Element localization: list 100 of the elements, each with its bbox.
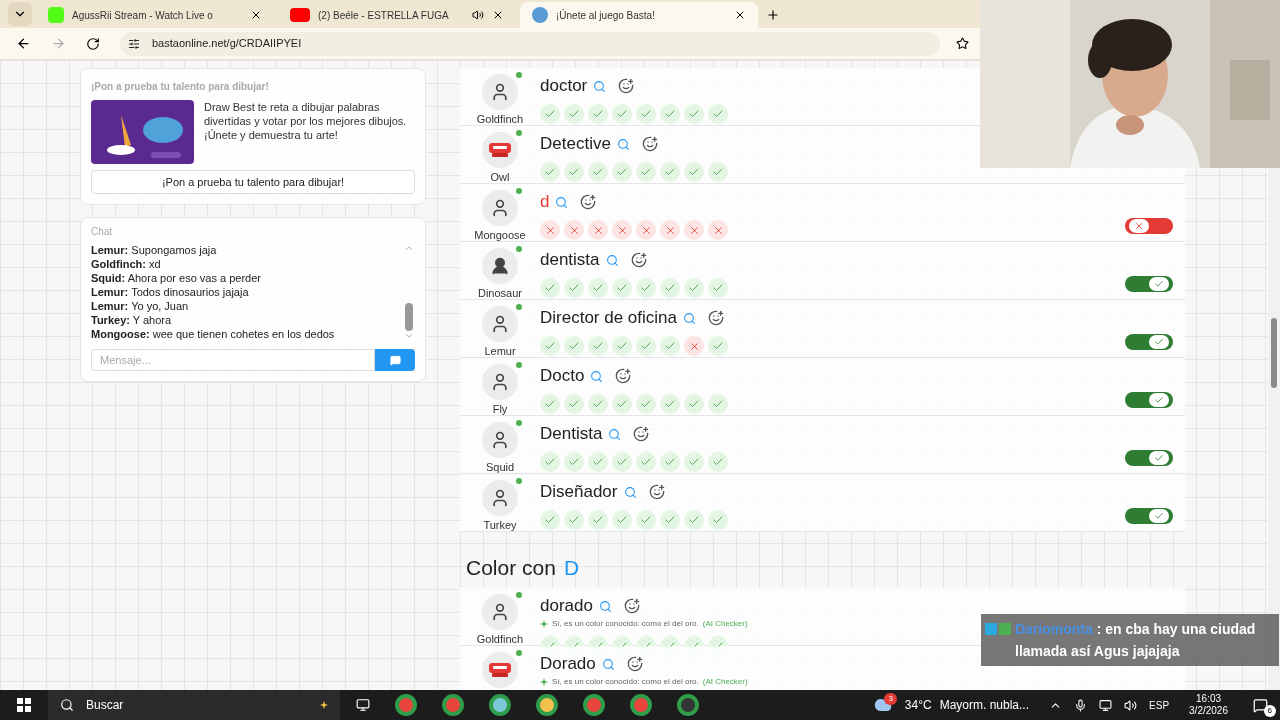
vote-yes[interactable] <box>636 336 656 356</box>
search-icon[interactable] <box>555 195 569 209</box>
validity-toggle[interactable] <box>1125 508 1173 524</box>
search-icon[interactable] <box>598 599 612 613</box>
vote-yes[interactable] <box>660 394 680 414</box>
close-icon[interactable] <box>250 9 262 21</box>
message-input[interactable]: Mensaje... <box>91 349 375 371</box>
vote-yes[interactable] <box>636 510 656 530</box>
vote-yes[interactable] <box>684 278 704 298</box>
close-icon[interactable] <box>734 9 746 21</box>
url-field[interactable]: bastaonline.net/g/CRDAIIPYEI <box>120 31 940 56</box>
taskbar-app-icon[interactable] <box>395 694 417 716</box>
back-icon[interactable] <box>16 36 31 51</box>
tab-menu-button[interactable] <box>8 2 32 26</box>
taskbar-search[interactable]: Buscar <box>48 690 340 720</box>
validity-toggle[interactable] <box>1125 450 1173 466</box>
notifications-icon[interactable] <box>1252 697 1268 713</box>
vote-yes[interactable] <box>708 452 728 472</box>
search-icon[interactable] <box>683 311 696 325</box>
browser-tab[interactable]: AgussRii Stream - Watch Live o <box>36 2 274 28</box>
vote-no[interactable] <box>708 220 728 240</box>
vote-yes[interactable] <box>636 104 656 124</box>
reload-icon[interactable] <box>86 36 100 51</box>
vote-yes[interactable] <box>588 336 608 356</box>
vote-yes[interactable] <box>588 510 608 530</box>
taskbar-app-icon[interactable] <box>442 694 464 716</box>
clock[interactable]: 16:03 3/2/2026 <box>1189 693 1228 717</box>
taskbar-app-icon[interactable] <box>536 694 558 716</box>
emoji-add-icon[interactable] <box>648 484 665 500</box>
taskbar-app-icon[interactable] <box>630 694 652 716</box>
new-tab-icon[interactable] <box>766 8 780 22</box>
speaker-icon[interactable] <box>472 9 484 21</box>
forward-icon[interactable] <box>51 36 66 51</box>
vote-no[interactable] <box>684 336 704 356</box>
search-icon[interactable] <box>623 485 637 499</box>
vote-no[interactable] <box>540 220 560 240</box>
vote-yes[interactable] <box>708 394 728 414</box>
taskbar-app-icon[interactable] <box>489 694 511 716</box>
vote-yes[interactable] <box>588 162 608 182</box>
vote-no[interactable] <box>588 220 608 240</box>
vote-yes[interactable] <box>612 394 632 414</box>
vote-yes[interactable] <box>540 510 560 530</box>
vote-yes[interactable] <box>540 104 560 124</box>
emoji-add-icon[interactable] <box>580 194 597 210</box>
vote-yes[interactable] <box>540 278 560 298</box>
vote-yes[interactable] <box>588 394 608 414</box>
vote-yes[interactable] <box>684 162 704 182</box>
vote-yes[interactable] <box>564 162 584 182</box>
site-settings-icon[interactable] <box>128 37 140 50</box>
chat-scrollbar[interactable] <box>403 243 415 341</box>
vote-yes[interactable] <box>636 452 656 472</box>
emoji-add-icon[interactable] <box>708 310 724 326</box>
vote-yes[interactable] <box>708 510 728 530</box>
vote-yes[interactable] <box>708 162 728 182</box>
search-icon[interactable] <box>601 657 615 671</box>
emoji-add-icon[interactable] <box>633 426 650 442</box>
vote-yes[interactable] <box>564 336 584 356</box>
vote-yes[interactable] <box>708 104 728 124</box>
vote-yes[interactable] <box>636 162 656 182</box>
vote-yes[interactable] <box>540 452 560 472</box>
emoji-add-icon[interactable] <box>626 656 643 672</box>
vote-yes[interactable] <box>540 336 560 356</box>
vote-yes[interactable] <box>564 510 584 530</box>
vote-yes[interactable] <box>564 104 584 124</box>
browser-tab[interactable]: (2) Beéle - ESTRELLA FUGA <box>278 2 516 28</box>
vote-yes[interactable] <box>636 278 656 298</box>
vote-yes[interactable] <box>612 104 632 124</box>
vote-yes[interactable] <box>588 452 608 472</box>
language-indicator[interactable]: ESP <box>1149 697 1170 713</box>
vote-yes[interactable] <box>612 336 632 356</box>
vote-yes[interactable] <box>636 394 656 414</box>
volume-icon[interactable] <box>1124 698 1138 712</box>
search-icon[interactable] <box>616 137 630 151</box>
close-icon[interactable] <box>492 9 504 21</box>
send-button[interactable] <box>375 349 415 371</box>
vote-yes[interactable] <box>612 278 632 298</box>
search-icon[interactable] <box>593 79 607 93</box>
vote-yes[interactable] <box>684 452 704 472</box>
vote-yes[interactable] <box>684 510 704 530</box>
scroll-thumb[interactable] <box>405 303 413 331</box>
bookmark-icon[interactable] <box>956 37 969 50</box>
validity-toggle[interactable] <box>1125 218 1173 234</box>
vote-no[interactable] <box>660 220 680 240</box>
emoji-add-icon[interactable] <box>641 136 658 152</box>
search-icon[interactable] <box>608 427 622 441</box>
emoji-add-icon[interactable] <box>618 78 635 94</box>
search-icon[interactable] <box>590 369 604 383</box>
validity-toggle[interactable] <box>1125 334 1173 350</box>
validity-toggle[interactable] <box>1125 276 1173 292</box>
browser-tab[interactable]: ¡Únete al juego Basta! <box>520 2 758 28</box>
vote-yes[interactable] <box>540 394 560 414</box>
vote-yes[interactable] <box>540 162 560 182</box>
emoji-add-icon[interactable] <box>623 598 640 614</box>
scroll-up-icon[interactable] <box>404 243 414 253</box>
vote-yes[interactable] <box>588 278 608 298</box>
vote-yes[interactable] <box>612 452 632 472</box>
vote-yes[interactable] <box>612 162 632 182</box>
taskbar-app-icon[interactable] <box>583 694 605 716</box>
vote-yes[interactable] <box>564 394 584 414</box>
vote-no[interactable] <box>612 220 632 240</box>
